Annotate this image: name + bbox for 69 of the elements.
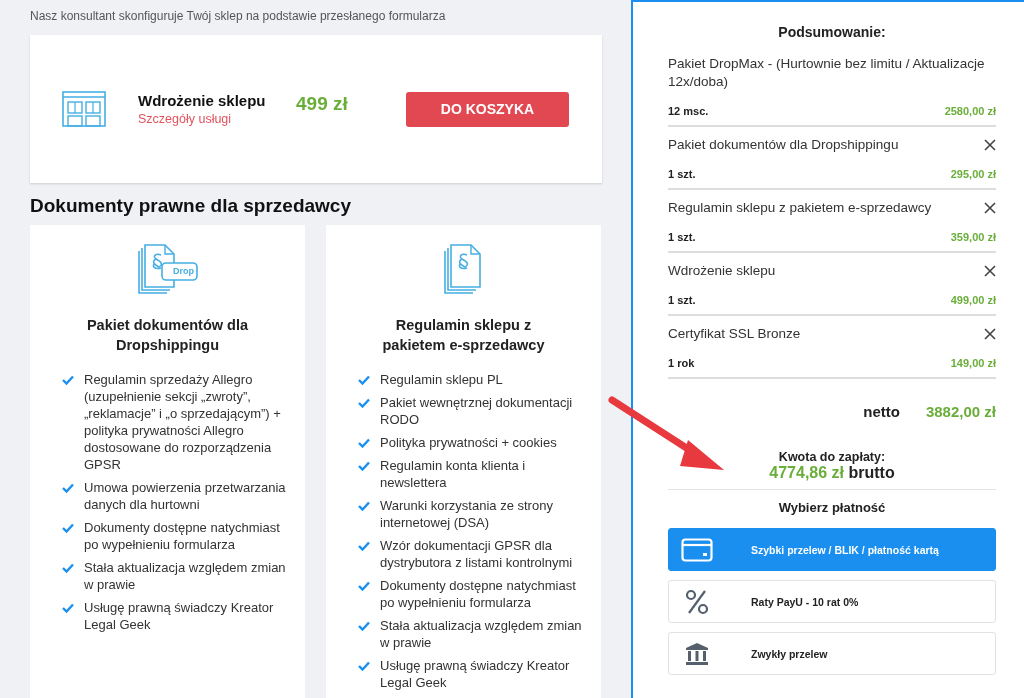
- feature-text: Stała aktualizacja względem zmian w prawie: [380, 617, 583, 651]
- item-name: Certyfikat SSL Bronze: [668, 325, 801, 343]
- item-quantity: 1 szt.: [668, 168, 696, 180]
- feature-text: Pakiet wewnętrznej dokumentacji RODO: [380, 394, 574, 428]
- close-icon[interactable]: [984, 202, 996, 214]
- check-icon: [62, 375, 74, 385]
- payment-title: Wybierz płatność: [777, 500, 887, 515]
- feature-text: Regulamin sklepu PL: [380, 371, 503, 388]
- amount-due-label: Kwota do zapłaty:: [777, 450, 887, 464]
- layout-icon: [62, 91, 106, 127]
- item-price: 499,00 zł: [950, 294, 996, 306]
- credit-card-icon: [681, 537, 713, 562]
- check-icon: [358, 661, 370, 671]
- close-icon[interactable]: [984, 265, 996, 277]
- feature-text: Regulamin konta klienta i newslettera: [380, 457, 527, 491]
- item-quantity: 1 rok: [668, 357, 695, 369]
- check-icon: [358, 501, 370, 511]
- check-icon: [62, 603, 74, 613]
- feature-text: Regulamin sprzedaży Allegro (uzupełnienie sekcji „zwroty”, „reklamacje” i „o sprzedającym”) + polityka prywatności Allegro dostosowane do rozporządzenia GPSR: [84, 371, 282, 473]
- feature-text: Polityka prywatności + cookies: [380, 434, 557, 451]
- check-icon: [358, 375, 370, 385]
- summary-title: Podsumowanie:: [777, 24, 887, 40]
- feature-text: Umowa powierzenia przetwarzania danych dla hurtowni: [84, 479, 287, 513]
- check-icon: [62, 563, 74, 573]
- feature-text: Usługę prawną świadczy Kreator Legal Geek: [380, 657, 571, 691]
- item-price: 295,00 zł: [950, 168, 996, 180]
- item-price: 2580,00 zł: [944, 105, 996, 117]
- drop-label: Drop: [173, 266, 194, 276]
- close-icon[interactable]: [984, 139, 996, 151]
- item-quantity: 1 szt.: [668, 294, 696, 306]
- percent-icon: [685, 588, 709, 615]
- feature-text: Dokumenty dostępne natychmiast po wypełnieniu formularza: [84, 519, 281, 553]
- payment-option[interactable]: Zwykły przelew: [668, 632, 996, 675]
- service-title: Wdrożenie sklepu: [138, 91, 267, 109]
- payment-option[interactable]: Szybki przelew / BLIK / płatność kartą: [668, 528, 996, 571]
- item-quantity: 12 msc.: [668, 105, 709, 117]
- section-heading: Dokumenty prawne dla sprzedawcy: [30, 195, 352, 217]
- check-icon: [62, 523, 74, 533]
- feature-text: Stała aktualizacja względem zmian w prawie: [84, 559, 287, 593]
- check-icon: [358, 541, 370, 551]
- close-icon[interactable]: [984, 328, 996, 340]
- item-price: 149,00 zł: [950, 357, 996, 369]
- feature-text: Warunki korzystania ze strony internetowej (DSA): [380, 497, 554, 531]
- document-title: Pakiet dokumentów dla Dropshippingu: [85, 316, 250, 355]
- service-price: 499 zł: [296, 93, 349, 115]
- check-icon: [358, 438, 370, 448]
- document-stack-icon: [136, 243, 199, 295]
- item-name: Regulamin sklepu z pakietem e-sprzedawcy: [668, 199, 932, 217]
- intro-text: Nasz konsultant skonfiguruje Twój sklep na podstawie przesłanego formularza: [30, 9, 447, 23]
- feature-text: Dokumenty dostępne natychmiast po wypełnieniu formularza: [380, 577, 577, 611]
- check-icon: [358, 461, 370, 471]
- item-quantity: 1 szt.: [668, 231, 696, 243]
- check-icon: [358, 398, 370, 408]
- net-label: netto: [863, 403, 900, 420]
- item-name: Pakiet DropMax - (Hurtownie bez limitu / Aktualizacje 12x/doba): [668, 55, 986, 91]
- payment-option[interactable]: Raty PayU - 10 rat 0%: [668, 580, 996, 623]
- item-price: 359,00 zł: [950, 231, 996, 243]
- feature-text: Wzór dokumentacji GPSR dla dystrybutora z listami kontrolnymi: [380, 537, 574, 571]
- check-icon: [62, 483, 74, 493]
- item-name: Pakiet dokumentów dla Dropshippingu: [668, 136, 899, 154]
- item-name: Wdrożenie sklepu: [668, 262, 776, 280]
- check-icon: [358, 621, 370, 631]
- feature-text: Usługę prawną świadczy Kreator Legal Geek: [84, 599, 275, 633]
- check-icon: [358, 581, 370, 591]
- service-details-link[interactable]: Szczegóły usługi: [138, 111, 232, 126]
- add-to-cart-button[interactable]: DO KOSZYKA: [406, 91, 569, 127]
- net-total: 3882,00 zł: [925, 403, 996, 420]
- bank-icon: [685, 641, 709, 666]
- document-title: Regulamin sklepu z pakietem e-sprzedawcy: [381, 316, 546, 355]
